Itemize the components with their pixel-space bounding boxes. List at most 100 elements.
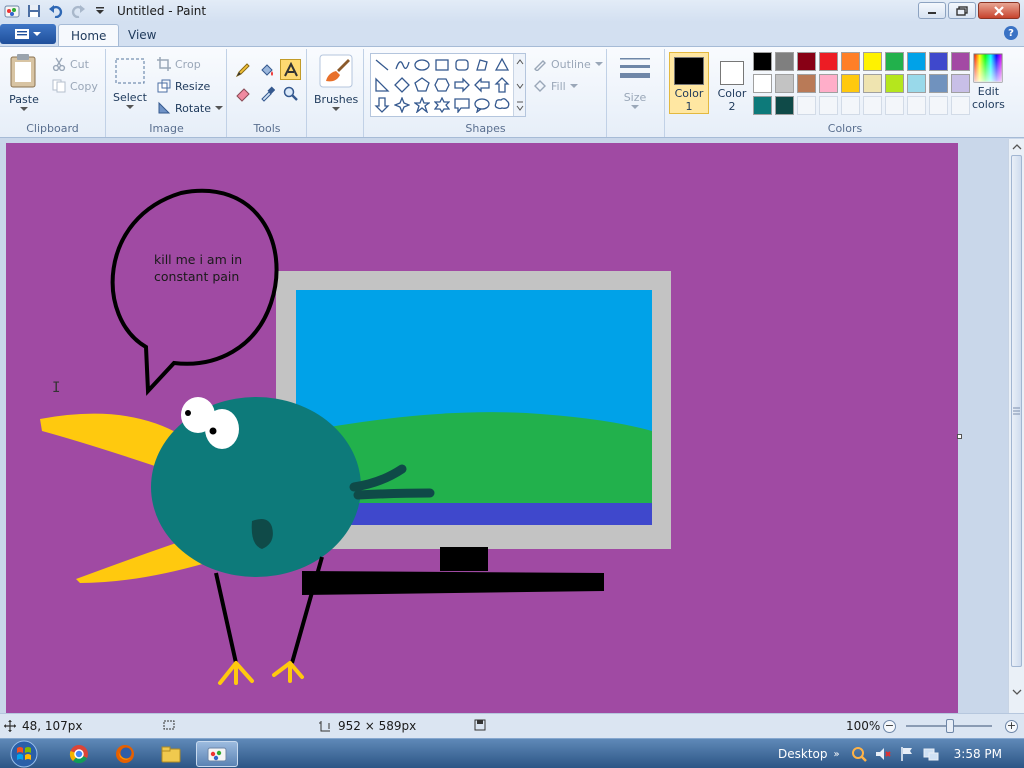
- taskbar-chrome[interactable]: [58, 741, 100, 767]
- color2-selector[interactable]: Color 2: [712, 52, 752, 114]
- line-shape-icon[interactable]: [372, 55, 391, 74]
- palette-custom-slot[interactable]: [863, 96, 882, 115]
- paint-app-icon[interactable]: [3, 2, 21, 20]
- copy-button[interactable]: Copy: [52, 77, 98, 95]
- cut-button[interactable]: Cut: [52, 55, 89, 73]
- scroll-up-icon[interactable]: [1010, 140, 1024, 154]
- zoom-in-button[interactable]: +: [1005, 720, 1018, 733]
- palette-swatch[interactable]: [907, 74, 926, 93]
- outline-button[interactable]: Outline: [533, 55, 603, 73]
- search-icon[interactable]: [850, 745, 868, 763]
- shapes-gallery-scroll[interactable]: [513, 54, 525, 116]
- curve-shape-icon[interactable]: [392, 55, 411, 74]
- cloud-callout-shape-icon[interactable]: [492, 95, 511, 114]
- six-point-star-shape-icon[interactable]: [432, 95, 451, 114]
- right-arrow-shape-icon[interactable]: [452, 75, 471, 94]
- palette-custom-slot[interactable]: [885, 96, 904, 115]
- palette-swatch[interactable]: [753, 74, 772, 93]
- color1-selector[interactable]: Color 1: [669, 52, 709, 114]
- up-arrow-shape-icon[interactable]: [492, 75, 511, 94]
- eraser-tool[interactable]: [232, 83, 253, 104]
- double-chevron-icon[interactable]: »: [834, 749, 840, 760]
- text-tool[interactable]: [280, 59, 301, 80]
- triangle-shape-icon[interactable]: [492, 55, 511, 74]
- palette-swatch[interactable]: [929, 74, 948, 93]
- fill-tool[interactable]: [256, 59, 277, 80]
- right-triangle-shape-icon[interactable]: [372, 75, 391, 94]
- scrollbar-thumb[interactable]: [1011, 155, 1022, 667]
- palette-swatch[interactable]: [863, 74, 882, 93]
- palette-swatch[interactable]: [775, 52, 794, 71]
- resize-button[interactable]: Resize: [157, 77, 210, 95]
- palette-swatch[interactable]: [951, 74, 970, 93]
- four-point-star-shape-icon[interactable]: [392, 95, 411, 114]
- start-button[interactable]: [4, 740, 44, 768]
- palette-swatch[interactable]: [951, 52, 970, 71]
- polygon-shape-icon[interactable]: [472, 55, 491, 74]
- palette-custom-slot[interactable]: [819, 96, 838, 115]
- palette-custom-slot[interactable]: [841, 96, 860, 115]
- palette-custom-slot[interactable]: [907, 96, 926, 115]
- palette-swatch[interactable]: [907, 52, 926, 71]
- left-arrow-shape-icon[interactable]: [472, 75, 491, 94]
- palette-swatch[interactable]: [885, 74, 904, 93]
- help-icon[interactable]: ?: [1004, 26, 1018, 40]
- palette-swatch[interactable]: [753, 52, 772, 71]
- palette-swatch[interactable]: [863, 52, 882, 71]
- paste-button[interactable]: Paste: [8, 53, 40, 112]
- brushes-button[interactable]: Brushes: [314, 53, 358, 112]
- zoom-out-button[interactable]: −: [883, 720, 896, 733]
- taskbar-explorer[interactable]: [150, 741, 192, 767]
- magnifier-tool[interactable]: [280, 83, 301, 104]
- crop-button[interactable]: Crop: [157, 55, 201, 73]
- tab-view[interactable]: View: [116, 24, 168, 46]
- paint-menu-button[interactable]: [0, 24, 56, 44]
- minimize-button[interactable]: [918, 2, 946, 19]
- palette-swatch[interactable]: [929, 52, 948, 71]
- five-point-star-shape-icon[interactable]: [412, 95, 431, 114]
- canvas-resize-handle[interactable]: [957, 434, 962, 439]
- action-center-flag-icon[interactable]: [898, 745, 916, 763]
- palette-swatch[interactable]: [797, 52, 816, 71]
- network-icon[interactable]: [922, 745, 940, 763]
- customize-qat-icon[interactable]: [91, 2, 109, 20]
- rotate-button[interactable]: Rotate: [157, 99, 224, 117]
- desktop-toolbar-label[interactable]: Desktop: [778, 747, 828, 761]
- pentagon-shape-icon[interactable]: [412, 75, 431, 94]
- rectangle-shape-icon[interactable]: [432, 55, 451, 74]
- palette-swatch[interactable]: [753, 96, 772, 115]
- edit-colors-button[interactable]: Edit colors: [972, 53, 1005, 111]
- restore-button[interactable]: [948, 2, 976, 19]
- palette-swatch[interactable]: [819, 74, 838, 93]
- volume-muted-icon[interactable]: [874, 745, 892, 763]
- fill-button[interactable]: Fill: [533, 77, 578, 95]
- oval-callout-shape-icon[interactable]: [472, 95, 491, 114]
- palette-custom-slot[interactable]: [951, 96, 970, 115]
- palette-swatch[interactable]: [885, 52, 904, 71]
- palette-custom-slot[interactable]: [929, 96, 948, 115]
- palette-custom-slot[interactable]: [797, 96, 816, 115]
- oval-shape-icon[interactable]: [412, 55, 431, 74]
- palette-swatch[interactable]: [775, 96, 794, 115]
- close-button[interactable]: [978, 2, 1020, 19]
- vertical-scrollbar[interactable]: [1008, 139, 1024, 713]
- zoom-slider-thumb[interactable]: [946, 719, 954, 733]
- taskbar-paint[interactable]: [196, 741, 238, 767]
- color-picker-tool[interactable]: [256, 83, 277, 104]
- drawing-canvas[interactable]: kill me i am in constant pain: [6, 143, 958, 713]
- redo-icon[interactable]: [69, 2, 87, 20]
- size-button[interactable]: Size: [618, 55, 652, 110]
- rectangle-callout-shape-icon[interactable]: [452, 95, 471, 114]
- tab-home[interactable]: Home: [58, 24, 120, 46]
- hexagon-shape-icon[interactable]: [432, 75, 451, 94]
- pencil-tool[interactable]: [232, 59, 253, 80]
- palette-swatch[interactable]: [841, 74, 860, 93]
- diamond-shape-icon[interactable]: [392, 75, 411, 94]
- rounded-rectangle-shape-icon[interactable]: [452, 55, 471, 74]
- taskbar-firefox[interactable]: [104, 741, 146, 767]
- palette-swatch[interactable]: [797, 74, 816, 93]
- select-button[interactable]: Select: [113, 57, 147, 110]
- palette-swatch[interactable]: [775, 74, 794, 93]
- clock[interactable]: 3:58 PM: [954, 747, 1002, 761]
- save-icon[interactable]: [25, 2, 43, 20]
